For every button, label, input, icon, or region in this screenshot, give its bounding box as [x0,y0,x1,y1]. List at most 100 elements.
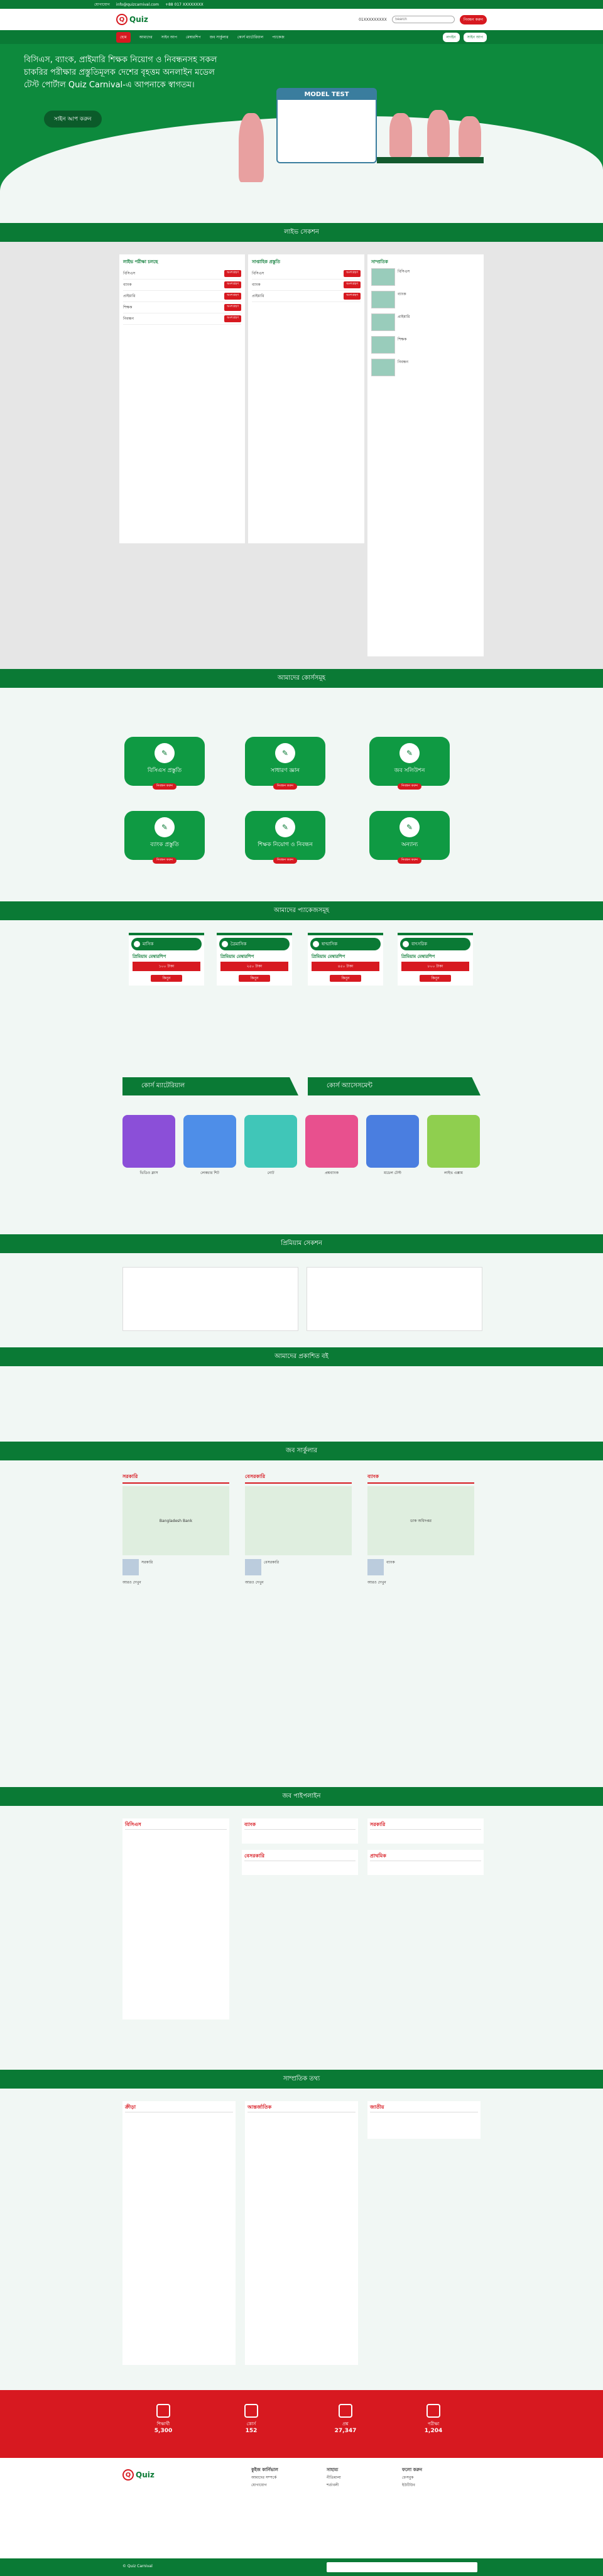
news-item[interactable]: নিবন্ধন [371,359,480,376]
news-item[interactable]: শিক্ষক [371,336,480,354]
news-item[interactable]: বিসিএস [371,268,480,286]
live-row: বিসিএস অংশগ্রহণ [252,268,361,280]
course-card[interactable]: ✎ অন্যান্য নিবন্ধন করুন [369,811,450,864]
job-thumb [367,1559,384,1575]
hero-signup-button[interactable]: সাইন আপ করুন [44,111,102,128]
more-link[interactable]: আরও দেখুন [122,1579,229,1586]
header: QQuiz 01XXXXXXXXX নিবন্ধন করুন [0,9,603,30]
package-icon [134,941,140,947]
section-title-premium: প্রিমিয়াম সেকশন [0,1234,603,1253]
job-image[interactable]: ডাক অধিদপ্তর [367,1486,474,1555]
more-link[interactable]: আরও দেখুন [367,1579,474,1586]
course-register[interactable]: নিবন্ধন করুন [273,783,298,790]
course-card[interactable]: ✎ জব সলিউশন নিবন্ধন করুন [369,737,450,790]
course-register[interactable]: নিবন্ধন করুন [273,857,298,864]
call-number[interactable]: 01XXXXXXXXX [359,18,387,22]
material-item[interactable]: মডেল টেস্ট [366,1115,419,1175]
live-row: ব্যাংক অংশগ্রহণ [252,280,361,291]
premium-card[interactable] [122,1267,298,1331]
footer-link[interactable]: ফেসবুক [402,2474,477,2482]
buy-button[interactable]: কিনুন [420,975,451,982]
join-button[interactable]: অংশগ্রহণ [344,270,361,277]
job-item[interactable]: বেসরকারি [245,1559,352,1575]
join-button[interactable]: অংশগ্রহণ [344,293,361,300]
course-name: ব্যাংক প্রস্তুতি [150,842,179,848]
package-icon [313,941,319,947]
job-title: ব্যাংক [386,1560,395,1565]
model-test-board: MODEL TEST [276,88,377,163]
nav-item[interactable]: প্যাকেজ [272,34,285,41]
course-card[interactable]: ✎ বিসিএস প্রস্তুতি নিবন্ধন করুন [124,737,205,790]
material-item[interactable]: লেকচার শিট [183,1115,236,1175]
material-item[interactable]: প্রশ্নব্যাংক [305,1115,358,1175]
course-register[interactable]: নিবন্ধন করুন [397,857,422,864]
course-card[interactable]: ✎ সাধারণ জ্ঞান নিবন্ধন করুন [245,737,325,790]
join-button[interactable]: অংশগ্রহণ [224,315,241,322]
join-button[interactable]: অংশগ্রহণ [224,304,241,311]
material-item[interactable]: ভিডিও ক্লাস [122,1115,175,1175]
stat-number: 27,347 [334,2428,357,2434]
more-link[interactable]: আরও দেখুন [245,1579,352,1586]
footer-heading: কুইজ কার্নিভাল [251,2467,278,2472]
box-title: জাতীয় [370,2104,478,2112]
news-item[interactable]: ব্যাংক [371,291,480,308]
footer-link[interactable]: শর্তাবলী [327,2482,402,2489]
live-row: ব্যাংক অংশগ্রহণ [123,280,241,291]
buy-button[interactable]: কিনুন [330,975,361,982]
section-title-recent: সাম্প্রতিক তথ্য [0,2070,603,2089]
join-button[interactable]: অংশগ্রহণ [224,281,241,288]
news-item[interactable]: প্রাইমারি [371,313,480,331]
package-tag: ত্রৈমাসিক [231,942,247,947]
join-button[interactable]: অংশগ্রহণ [224,270,241,277]
nav-item[interactable]: কোর্স ম্যাটেরিয়াল [237,34,264,41]
section-title-pipeline: জব পাইপলাইন [0,1787,603,1806]
footer-link[interactable]: ইউটিউব [402,2482,477,2489]
job-item[interactable]: ব্যাংক [367,1559,474,1575]
row-label: ব্যাংক [252,283,261,287]
nav-item[interactable]: হোম [116,31,131,43]
job-image[interactable] [245,1486,352,1555]
join-button[interactable]: অংশগ্রহণ [344,281,361,288]
nav-item[interactable]: সাইন আপ [161,34,177,41]
topbar-phone[interactable]: +88 017 XXXXXXXX [165,3,204,7]
job-item[interactable]: সরকারি [122,1559,229,1575]
course-register[interactable]: নিবন্ধন করুন [397,783,422,790]
footer-link[interactable]: যোগাযোগ [251,2482,327,2489]
buy-button[interactable]: কিনুন [239,975,270,982]
nav-item[interactable]: জব সার্কুলার [210,34,229,41]
assessment-tag: কোর্স অ্যাসেসমেন্ট [308,1077,481,1095]
news-title: বিসিএস [398,269,410,274]
logo[interactable]: Q Quiz [116,14,148,25]
recent-box: ক্রীড়া [122,2101,236,2365]
jobs-section: সরকারি Bangladesh Bank সরকারি আরও দেখুন … [0,1460,603,1787]
material-label: নোট [267,1171,274,1175]
signup-button[interactable]: সাইন আপ [463,32,487,42]
topbar-email[interactable]: info@quizcarnival.com [116,3,159,7]
buy-button[interactable]: কিনুন [151,975,182,982]
material-item[interactable]: নোট [244,1115,297,1175]
pipeline-box: প্রাথমিক [367,1850,484,1875]
course-register[interactable]: নিবন্ধন করুন [152,783,177,790]
course-name: সাধারণ জ্ঞান [270,768,300,774]
register-button[interactable]: নিবন্ধন করুন [459,14,487,24]
stats-bar: শিক্ষার্থী 5,300 কোর্স 152 প্রশ্ন 27,347 পর… [0,2390,603,2458]
desk-illustration [377,157,484,163]
footer-link[interactable]: নীতিমালা [327,2474,402,2482]
section-title-courses: আমাদের কোর্সসমূহ [0,669,603,688]
footer: Q Quiz কুইজ কার্নিভাল আমাদের সম্পর্কে যোগায… [0,2458,603,2558]
stat-icon [244,2404,258,2418]
footer-link[interactable]: আমাদের সম্পর্কে [251,2474,327,2482]
premium-card[interactable] [307,1267,482,1331]
nav-item[interactable]: মেম্বারশিপ [186,34,201,41]
job-image[interactable]: Bangladesh Bank [122,1486,229,1555]
nav-item[interactable]: আমাদের [139,34,153,41]
course-card[interactable]: ✎ শিক্ষক নিয়োগ ও নিবন্ধন নিবন্ধন করুন [245,811,325,864]
search-input[interactable] [391,16,455,23]
course-register[interactable]: নিবন্ধন করুন [152,857,177,864]
join-button[interactable]: অংশগ্রহণ [224,293,241,300]
material-item[interactable]: লাইভ এক্সাম [427,1115,480,1175]
login-button[interactable]: লগইন [442,32,460,42]
recent-box: আন্তর্জাতিক [245,2101,358,2365]
course-card[interactable]: ✎ ব্যাংক প্রস্তুতি নিবন্ধন করুন [124,811,205,864]
footer-logo[interactable]: Q Quiz [122,2469,155,2481]
